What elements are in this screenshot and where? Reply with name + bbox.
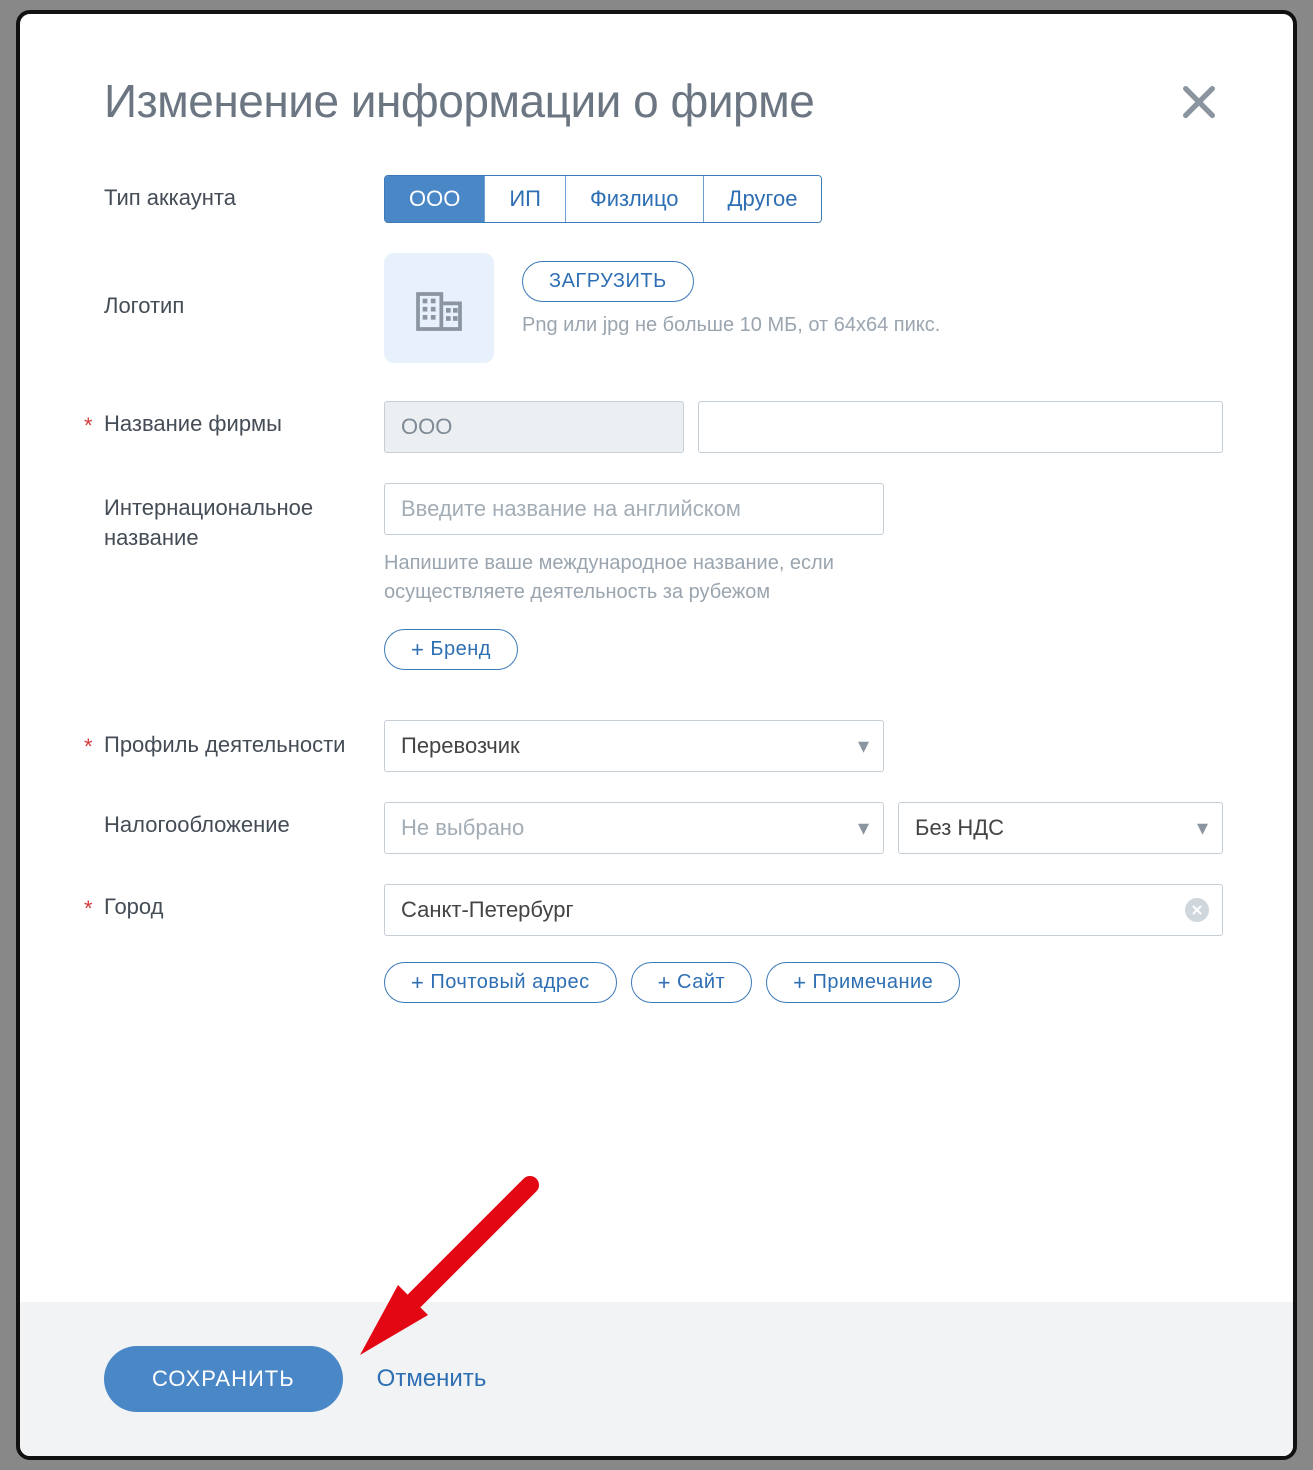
- label-taxation: Налогообложение: [104, 802, 384, 838]
- account-type-option-ooo[interactable]: ООО: [385, 176, 485, 222]
- upload-label: ЗАГРУЗИТЬ: [549, 270, 667, 293]
- account-type-option-fiz[interactable]: Физлицо: [566, 176, 704, 222]
- row-intl-name: Интернациональное название Напишите ваше…: [104, 483, 1223, 607]
- required-mark: *: [84, 413, 93, 439]
- row-city: * Город: [104, 884, 1223, 936]
- tax-scheme-placeholder: Не выбрано: [401, 815, 524, 841]
- edit-company-modal: Изменение информации о фирме Тип аккаунт…: [16, 10, 1297, 1460]
- required-mark: *: [84, 732, 93, 762]
- profile-select[interactable]: Перевозчик ▾: [384, 720, 884, 772]
- tax-scheme-select[interactable]: Не выбрано ▾: [384, 802, 884, 854]
- required-mark: *: [84, 896, 93, 922]
- company-prefix-input[interactable]: [384, 401, 684, 453]
- modal-footer: СОХРАНИТЬ Отменить: [20, 1302, 1293, 1456]
- intl-name-input[interactable]: [384, 483, 884, 535]
- plus-icon: +: [658, 972, 671, 994]
- vat-select-value: Без НДС: [915, 815, 1004, 841]
- modal-body: Изменение информации о фирме Тип аккаунт…: [20, 14, 1293, 1302]
- control-taxation: Не выбрано ▾ Без НДС ▾: [384, 802, 1223, 854]
- logo-hint: Png или jpg не больше 10 МБ, от 64х64 пи…: [522, 314, 940, 337]
- label-intl-name: Интернациональное название: [104, 483, 384, 552]
- profile-select-value: Перевозчик: [401, 733, 520, 759]
- row-account-type: Тип аккаунта ООО ИП Физлицо Другое: [104, 175, 1223, 223]
- control-logo: ЗАГРУЗИТЬ Png или jpg не больше 10 МБ, о…: [384, 253, 1223, 363]
- close-icon: [1191, 904, 1203, 916]
- control-extras: + Почтовый адрес + Сайт + Примечание: [384, 962, 1223, 1003]
- control-city: [384, 884, 1223, 936]
- row-taxation: Налогообложение Не выбрано ▾ Без НДС ▾: [104, 802, 1223, 854]
- logo-placeholder-box[interactable]: [384, 253, 494, 363]
- add-site-button[interactable]: + Сайт: [631, 962, 752, 1003]
- caret-down-icon: ▾: [858, 815, 869, 841]
- add-note-button[interactable]: + Примечание: [766, 962, 960, 1003]
- modal-header: Изменение информации о фирме: [104, 74, 1223, 131]
- building-icon: [411, 280, 467, 336]
- label-company-name: * Название фирмы: [104, 401, 384, 437]
- caret-down-icon: ▾: [858, 733, 869, 759]
- clear-city-button[interactable]: [1185, 898, 1209, 922]
- close-button[interactable]: [1175, 78, 1223, 131]
- control-company-name: [384, 401, 1223, 453]
- row-extras: + Почтовый адрес + Сайт + Примечание: [104, 962, 1223, 1003]
- save-button[interactable]: СОХРАНИТЬ: [104, 1346, 343, 1412]
- row-profile: * Профиль деятельности Перевозчик ▾: [104, 720, 1223, 772]
- label-city: * Город: [104, 884, 384, 920]
- add-postal-button[interactable]: + Почтовый адрес: [384, 962, 617, 1003]
- site-label: Сайт: [677, 971, 725, 994]
- company-name-input[interactable]: [698, 401, 1223, 453]
- label-profile: * Профиль деятельности: [104, 720, 384, 760]
- account-type-option-ip[interactable]: ИП: [485, 176, 566, 222]
- row-company-name: * Название фирмы: [104, 401, 1223, 453]
- control-intl-name: Напишите ваше международное название, ес…: [384, 483, 1223, 607]
- plus-icon: +: [411, 639, 424, 661]
- label-account-type: Тип аккаунта: [104, 175, 384, 211]
- control-brand: + Бренд: [384, 629, 1223, 670]
- row-logo: Логотип ЗАГРУЗИТЬ Png или jpg не больше …: [104, 253, 1223, 363]
- row-brand: + Бренд: [104, 629, 1223, 670]
- control-profile: Перевозчик ▾: [384, 720, 1223, 772]
- cancel-button[interactable]: Отменить: [377, 1365, 487, 1393]
- plus-icon: +: [793, 972, 806, 994]
- caret-down-icon: ▾: [1197, 815, 1208, 841]
- account-type-segmented: ООО ИП Физлицо Другое: [384, 175, 822, 223]
- note-label: Примечание: [813, 971, 934, 994]
- upload-logo-button[interactable]: ЗАГРУЗИТЬ: [522, 261, 694, 302]
- modal-title: Изменение информации о фирме: [104, 74, 814, 128]
- postal-label: Почтовый адрес: [430, 971, 589, 994]
- add-brand-button[interactable]: + Бренд: [384, 629, 518, 670]
- vat-select[interactable]: Без НДС ▾: [898, 802, 1223, 854]
- account-type-option-other[interactable]: Другое: [704, 176, 822, 222]
- intl-name-subtext: Напишите ваше международное название, ес…: [384, 549, 944, 607]
- plus-icon: +: [411, 972, 424, 994]
- control-account-type: ООО ИП Физлицо Другое: [384, 175, 1223, 223]
- brand-label: Бренд: [430, 638, 491, 661]
- city-input[interactable]: [384, 884, 1223, 936]
- label-logo: Логотип: [104, 253, 384, 319]
- close-icon: [1179, 82, 1219, 122]
